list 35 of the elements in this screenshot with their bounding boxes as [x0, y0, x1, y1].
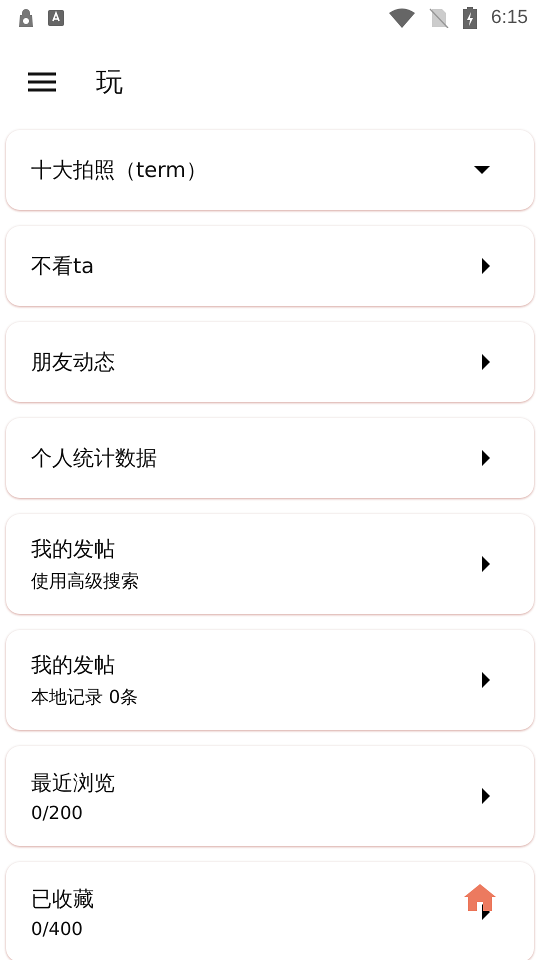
caret-right-icon[interactable]: [482, 788, 490, 804]
item-title: 十大拍照（term）: [31, 157, 207, 184]
caret-right-icon[interactable]: [482, 450, 490, 466]
item-title: 个人统计数据: [31, 445, 157, 472]
list-card[interactable]: 我的发帖 使用高级搜索: [6, 514, 534, 614]
item-title: 最近浏览: [31, 770, 115, 796]
item-subtitle: 0/200: [31, 802, 83, 824]
list-card[interactable]: 最近浏览 0/200: [6, 746, 534, 846]
list-card[interactable]: 个人统计数据: [6, 418, 534, 498]
list-card[interactable]: 已收藏 0/400: [6, 862, 534, 960]
clock-time: 6:15: [491, 7, 528, 29]
item-subtitle: 本地记录 0条: [31, 686, 138, 709]
caret-right-icon[interactable]: [482, 556, 490, 572]
wifi-icon: [389, 8, 416, 28]
page-title: 玩: [96, 66, 123, 100]
item-subtitle: 使用高级搜索: [31, 570, 139, 593]
menu-icon[interactable]: [28, 72, 56, 92]
list-card[interactable]: 朋友动态: [6, 322, 534, 402]
item-subtitle: 0/400: [31, 918, 83, 940]
list-card[interactable]: 不看ta: [6, 226, 534, 306]
battery-icon: [463, 7, 478, 29]
caret-down-icon[interactable]: [474, 166, 490, 174]
caret-right-icon[interactable]: [482, 354, 490, 370]
item-title: 我的发帖: [31, 652, 115, 679]
list-card[interactable]: 十大拍照（term）: [6, 130, 534, 210]
caret-right-icon[interactable]: [482, 672, 490, 688]
item-title: 已收藏: [31, 886, 94, 912]
list-card[interactable]: 我的发帖 本地记录 0条: [6, 630, 534, 730]
caret-right-icon[interactable]: [482, 258, 490, 274]
keyboard-icon: [48, 9, 64, 27]
no-sim-icon: [429, 8, 450, 28]
item-title: 我的发帖: [31, 536, 115, 563]
item-title: 不看ta: [31, 253, 94, 280]
item-title: 朋友动态: [31, 349, 115, 376]
shopping-bag-icon: [18, 9, 34, 27]
